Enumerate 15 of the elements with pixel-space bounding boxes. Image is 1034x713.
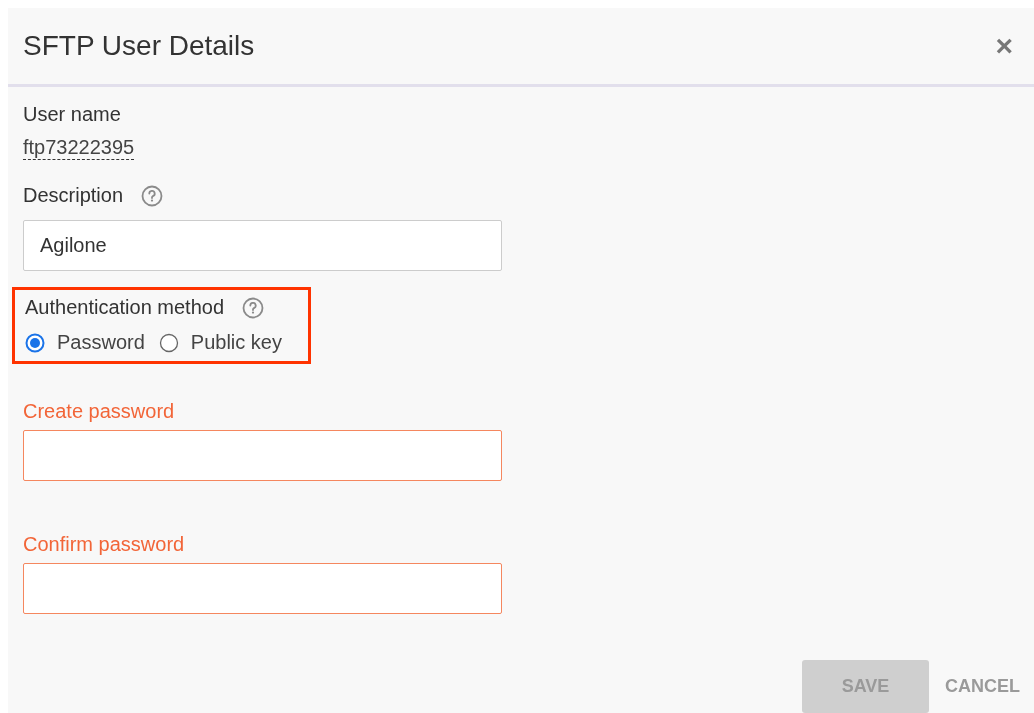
field-label: User name — [23, 103, 122, 126]
close-button[interactable]: × — [989, 29, 1019, 63]
help-icon[interactable] — [141, 184, 164, 207]
help-icon[interactable] — [242, 296, 265, 319]
field-label: Confirm password — [23, 533, 186, 556]
description-field[interactable]: Agilone — [23, 220, 502, 271]
radio-option[interactable]: Public key — [158, 331, 282, 354]
password-field[interactable] — [23, 563, 502, 614]
field-label: Description — [23, 184, 124, 207]
user-name-value: ftp73222395 — [23, 135, 135, 160]
field-label: Authentication method — [25, 296, 225, 319]
field-label: Create password — [23, 400, 176, 423]
dialog-title: SFTP User Details — [23, 30, 255, 62]
radio-option[interactable]: Password — [25, 331, 145, 354]
password-field[interactable] — [23, 430, 502, 481]
